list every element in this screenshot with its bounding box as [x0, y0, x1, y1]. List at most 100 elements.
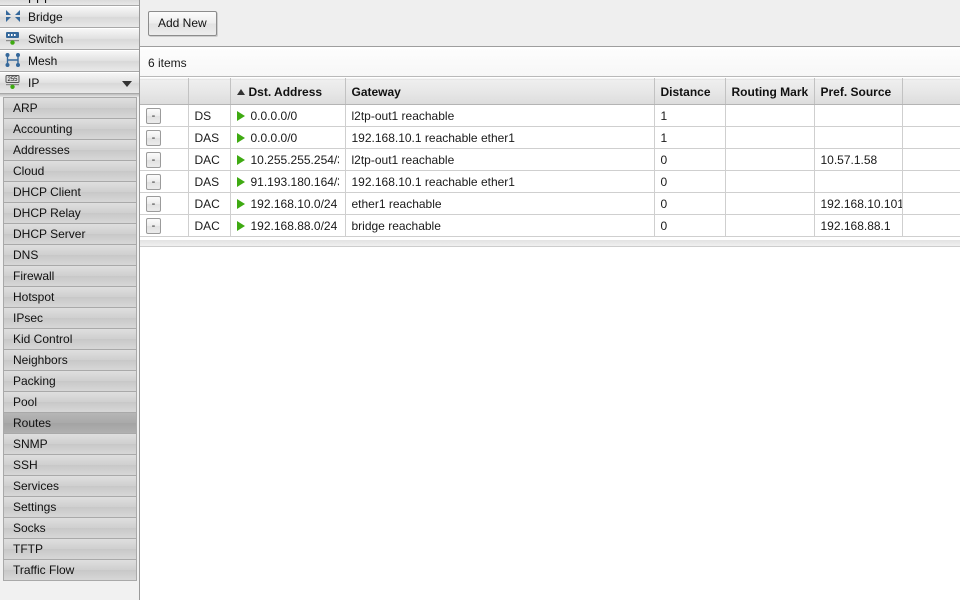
pref-source-cell: 192.168.10.101: [814, 192, 903, 215]
sidebar-item-label: Switch: [28, 32, 64, 46]
sidebar-item-ipsec[interactable]: IPsec: [3, 307, 137, 329]
item-count-bar: 6 items: [140, 48, 960, 77]
table-row[interactable]: - DAC 10.255.255.254/32 l2tp-out1 reachable…: [140, 148, 960, 171]
sidebar-item-pool[interactable]: Pool: [3, 391, 137, 413]
mesh-icon: [4, 52, 24, 70]
route-flags-cell: DS: [188, 104, 231, 127]
pref-source-cell: [814, 170, 903, 193]
column-header-last: [902, 78, 960, 105]
sidebar-item-label: PPP: [28, 0, 52, 5]
gateway-cell: 192.168.10.1 reachable ether1: [345, 170, 655, 193]
table-footer-strip: [140, 240, 960, 247]
extra-cell: [902, 192, 960, 215]
column-header-label: Gateway: [351, 84, 401, 99]
table-row[interactable]: - DAS 0.0.0.0/0 192.168.10.1 reachable ethe…: [140, 126, 960, 149]
sidebar-item-label: SSH: [13, 458, 38, 472]
distance-cell: 0: [654, 170, 726, 193]
remove-route-button[interactable]: -: [146, 151, 161, 168]
sidebar-item-tftp[interactable]: TFTP: [3, 538, 137, 560]
column-header-pref[interactable]: Pref. Source: [814, 78, 903, 105]
column-header-flag: [140, 78, 189, 105]
sidebar-item-accounting[interactable]: Accounting: [3, 118, 137, 140]
sidebar-item-bridge[interactable]: Bridge: [0, 6, 139, 28]
route-flags-cell: DAC: [188, 214, 231, 237]
row-remove-cell: -: [140, 148, 189, 171]
sidebar-item-hotspot[interactable]: Hotspot: [3, 286, 137, 308]
table-row[interactable]: - DAC 192.168.10.0/24 ether1 reachable 0 192.…: [140, 192, 960, 215]
row-remove-cell: -: [140, 104, 189, 127]
chevron-down-icon[interactable]: [122, 81, 132, 87]
column-header-dist[interactable]: Distance: [654, 78, 726, 105]
sidebar-item-snmp[interactable]: SNMP: [3, 433, 137, 455]
sidebar-item-label: TFTP: [13, 542, 43, 556]
remove-route-button[interactable]: -: [146, 217, 161, 234]
routes-table: Dst. Address Gateway Distance Routing Mark P…: [140, 78, 960, 237]
dst-address-cell: 91.193.180.164/32: [230, 170, 346, 193]
distance-cell: 0: [654, 148, 726, 171]
sidebar-item-socks[interactable]: Socks: [3, 517, 137, 539]
sidebar: PPP Bridge Switch Mesh 255 IP ARP Accounting Ad…: [0, 0, 140, 600]
sidebar-item-dhcp-client[interactable]: DHCP Client: [3, 181, 137, 203]
remove-route-button[interactable]: -: [146, 107, 161, 124]
route-active-arrow-icon: [236, 176, 245, 187]
sidebar-item-kid-control[interactable]: Kid Control: [3, 328, 137, 350]
sidebar-item-label: Cloud: [13, 164, 45, 178]
sidebar-item-dns[interactable]: DNS: [3, 244, 137, 266]
sidebar-item-routes[interactable]: Routes: [3, 412, 137, 434]
dst-address-cell: 192.168.10.0/24: [230, 192, 346, 215]
dst-address-cell: 0.0.0.0/0: [230, 104, 346, 127]
remove-route-button[interactable]: -: [146, 195, 161, 212]
webfig-window: PPP Bridge Switch Mesh 255 IP ARP Accounting Ad…: [0, 0, 960, 600]
table-row[interactable]: - DAC 192.168.88.0/24 bridge reachable 0 192.…: [140, 214, 960, 237]
ip-icon: 255: [4, 74, 24, 92]
column-header-dst[interactable]: Dst. Address: [230, 78, 346, 105]
column-header-label: Distance: [660, 84, 711, 99]
route-flags-cell: DAS: [188, 126, 231, 149]
sidebar-item-switch[interactable]: Switch: [0, 28, 139, 50]
sidebar-item-packing[interactable]: Packing: [3, 370, 137, 392]
toolbar: Add New: [140, 0, 960, 47]
sidebar-item-mesh[interactable]: Mesh: [0, 50, 139, 72]
add-new-button[interactable]: Add New: [148, 11, 217, 36]
route-active-arrow-icon: [236, 220, 245, 231]
table-row[interactable]: - DAS 91.193.180.164/32 192.168.10.1 reacha…: [140, 170, 960, 193]
sidebar-item-label: Services: [13, 479, 60, 493]
table-row[interactable]: - DS 0.0.0.0/0 l2tp-out1 reachable 1: [140, 104, 960, 127]
dst-address-label: 192.168.10.0/24: [250, 196, 338, 211]
gateway-cell: ether1 reachable: [345, 192, 655, 215]
sidebar-top-menu: PPP Bridge Switch Mesh 255 IP: [0, 0, 139, 94]
sidebar-item-arp[interactable]: ARP: [3, 97, 137, 119]
item-count-label: 6 items: [148, 55, 187, 70]
sidebar-item-label: Kid Control: [13, 332, 73, 346]
sidebar-item-dhcp-relay[interactable]: DHCP Relay: [3, 202, 137, 224]
sidebar-item-ssh[interactable]: SSH: [3, 454, 137, 476]
sidebar-item-cloud[interactable]: Cloud: [3, 160, 137, 182]
sidebar-item-label: Hotspot: [13, 290, 55, 304]
sidebar-item-dhcp-server[interactable]: DHCP Server: [3, 223, 137, 245]
sort-ascending-icon: [236, 88, 245, 95]
row-remove-cell: -: [140, 214, 189, 237]
pref-source-cell: 192.168.88.1: [814, 214, 903, 237]
remove-route-button[interactable]: -: [146, 129, 161, 146]
column-header-rmark[interactable]: Routing Mark: [725, 78, 815, 105]
column-header-gw[interactable]: Gateway: [345, 78, 655, 105]
routes-table-head: Dst. Address Gateway Distance Routing Mark P…: [140, 78, 960, 105]
sidebar-item-addresses[interactable]: Addresses: [3, 139, 137, 161]
sidebar-item-label: Firewall: [13, 269, 55, 283]
remove-route-button[interactable]: -: [146, 173, 161, 190]
sidebar-item-traffic-flow[interactable]: Traffic Flow: [3, 559, 137, 581]
sidebar-item-firewall[interactable]: Firewall: [3, 265, 137, 287]
table-header-row: Dst. Address Gateway Distance Routing Mark P…: [140, 78, 960, 105]
sidebar-item-services[interactable]: Services: [3, 475, 137, 497]
sidebar-item-label: DNS: [13, 248, 39, 262]
sidebar-item-settings[interactable]: Settings: [3, 496, 137, 518]
routing-mark-cell: [725, 104, 815, 127]
sidebar-item-neighbors[interactable]: Neighbors: [3, 349, 137, 371]
route-flags-cell: DAC: [188, 148, 231, 171]
column-header-label: Routing Mark: [731, 84, 809, 99]
pref-source-cell: [814, 104, 903, 127]
routing-mark-cell: [725, 148, 815, 171]
pref-source-cell: 10.57.1.58: [814, 148, 903, 171]
sidebar-item-ip[interactable]: 255 IP: [0, 72, 139, 94]
sidebar-item-label: Bridge: [28, 10, 63, 24]
